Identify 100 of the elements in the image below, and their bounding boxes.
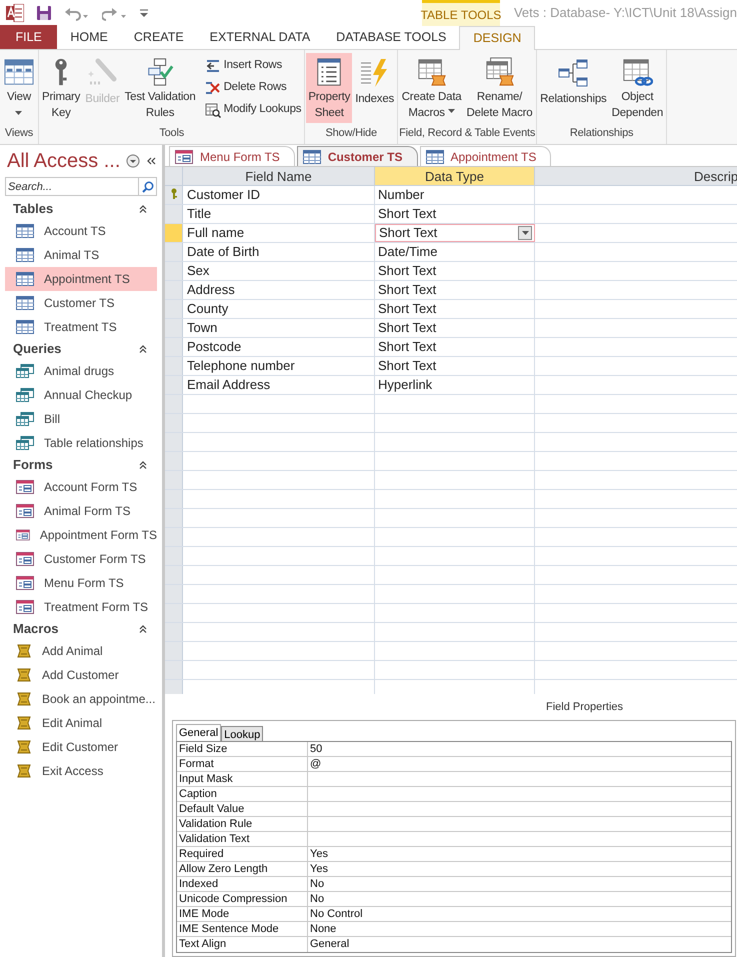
- row-selector[interactable]: [165, 262, 183, 280]
- row-selector[interactable]: [165, 376, 183, 394]
- document-tab[interactable]: Customer TS: [296, 146, 418, 166]
- ribbon-button[interactable]: Object Dependen: [610, 53, 666, 123]
- row-selector[interactable]: [165, 186, 183, 204]
- row-selector[interactable]: [165, 319, 183, 337]
- property-name: Format: [177, 757, 308, 771]
- nav-item[interactable]: Edit Animal: [5, 711, 157, 735]
- row-selector[interactable]: [165, 338, 183, 356]
- nav-item[interactable]: Appointment Form TS: [5, 523, 157, 547]
- row-selector[interactable]: [165, 243, 183, 261]
- property-value[interactable]: Yes: [308, 847, 731, 861]
- row-selector[interactable]: [165, 642, 183, 660]
- nav-item[interactable]: Customer TS: [5, 291, 157, 315]
- ribbon-button[interactable]: Insert Rows: [202, 55, 304, 77]
- collapse-pane-icon[interactable]: [146, 156, 156, 166]
- ribbon-button[interactable]: Rename/ Delete Macro: [464, 53, 535, 123]
- property-value[interactable]: No: [308, 877, 731, 891]
- collapse-icon[interactable]: [138, 624, 148, 634]
- nav-item[interactable]: Book an appointme...: [5, 687, 157, 711]
- query-icon: [16, 364, 34, 378]
- nav-item[interactable]: Edit Customer: [5, 735, 157, 759]
- ribbon-button[interactable]: Create Data Macros: [400, 53, 464, 123]
- nav-item[interactable]: Menu Form TS: [5, 571, 157, 595]
- property-value[interactable]: No Control: [308, 907, 731, 921]
- nav-item[interactable]: Animal Form TS: [5, 499, 157, 523]
- data-type-dropdown[interactable]: Short Text: [375, 224, 535, 242]
- collapse-icon[interactable]: [138, 460, 148, 470]
- row-selector[interactable]: [165, 490, 183, 508]
- document-tab[interactable]: Menu Form TS: [169, 146, 295, 166]
- row-selector[interactable]: [165, 547, 183, 565]
- table-icon: [426, 150, 444, 164]
- ribbon-tab[interactable]: FILE: [0, 25, 58, 49]
- nav-item[interactable]: Bill: [5, 407, 157, 431]
- dropdown-icon[interactable]: [126, 154, 140, 168]
- property-value[interactable]: None: [308, 922, 731, 936]
- ribbon-button[interactable]: View: [1, 53, 37, 123]
- nav-item[interactable]: Account Form TS: [5, 475, 157, 499]
- row-selector[interactable]: [165, 471, 183, 489]
- collapse-icon[interactable]: [138, 344, 148, 354]
- row-selector[interactable]: [165, 433, 183, 451]
- redo-icon[interactable]: [102, 5, 128, 21]
- nav-item[interactable]: Animal drugs: [5, 359, 157, 383]
- ribbon-button[interactable]: Relationships: [538, 53, 609, 123]
- row-selector[interactable]: [165, 300, 183, 318]
- row-selector[interactable]: [165, 623, 183, 641]
- nav-item[interactable]: Appointment TS: [5, 267, 157, 291]
- property-value[interactable]: No: [308, 892, 731, 906]
- row-selector[interactable]: [165, 604, 183, 622]
- nav-item[interactable]: Customer Form TS: [5, 547, 157, 571]
- customize-menu-icon[interactable]: [140, 9, 148, 17]
- ribbon-button[interactable]: Property Sheet: [306, 53, 352, 123]
- property-name: IME Sentence Mode: [177, 922, 308, 936]
- ribbon-tab[interactable]: EXTERNAL DATA: [196, 25, 324, 49]
- nav-item[interactable]: Account TS: [5, 219, 157, 243]
- row-selector[interactable]: [165, 452, 183, 470]
- nav-item[interactable]: Exit Access: [5, 759, 157, 783]
- property-value[interactable]: @: [308, 757, 731, 771]
- ribbon-tab[interactable]: DESIGN: [459, 26, 536, 50]
- ribbon-button[interactable]: Modify Lookups: [202, 99, 304, 121]
- ribbon-button[interactable]: Delete Rows: [202, 77, 304, 99]
- nav-item[interactable]: Treatment TS: [5, 315, 157, 339]
- search-field[interactable]: Search...: [5, 177, 139, 196]
- table-link-icon: [621, 57, 654, 87]
- row-selector[interactable]: [165, 566, 183, 584]
- ribbon-button[interactable]: Indexes: [353, 53, 396, 123]
- nav-item[interactable]: Treatment Form TS: [5, 595, 157, 619]
- ribbon-tab[interactable]: HOME: [57, 25, 121, 49]
- nav-item[interactable]: Animal TS: [5, 243, 157, 267]
- property-value[interactable]: Yes: [308, 862, 731, 876]
- document-tab[interactable]: Appointment TS: [420, 146, 552, 166]
- property-value[interactable]: 50: [308, 742, 731, 756]
- nav-item[interactable]: Annual Checkup: [5, 383, 157, 407]
- row-selector[interactable]: [165, 205, 183, 223]
- table-cell: Sex: [183, 262, 375, 280]
- property-tab[interactable]: General: [176, 724, 222, 741]
- collapse-icon[interactable]: [138, 204, 148, 214]
- nav-item[interactable]: Table relationships: [5, 431, 157, 455]
- row-selector[interactable]: [165, 585, 183, 603]
- nav-item[interactable]: Add Animal: [5, 639, 157, 663]
- search-button[interactable]: [139, 177, 157, 196]
- row-selector[interactable]: [165, 414, 183, 432]
- row-selector[interactable]: [165, 357, 183, 375]
- property-tab[interactable]: Lookup: [221, 726, 264, 741]
- property-value[interactable]: General: [308, 937, 731, 952]
- ribbon-tab[interactable]: CREATE: [120, 25, 197, 49]
- row-selector[interactable]: [165, 661, 183, 679]
- search-icon[interactable]: [142, 180, 154, 192]
- nav-item[interactable]: Add Customer: [5, 663, 157, 687]
- row-selector[interactable]: [165, 509, 183, 527]
- ribbon-button[interactable]: Primary Key: [40, 53, 82, 123]
- undo-icon[interactable]: [64, 5, 90, 21]
- save-icon[interactable]: [36, 5, 52, 21]
- ribbon-button[interactable]: Test Validation Rules: [122, 53, 198, 123]
- property-name: Required: [177, 847, 308, 861]
- row-selector[interactable]: [165, 395, 183, 413]
- row-selector[interactable]: [165, 528, 183, 546]
- row-selector[interactable]: [165, 680, 183, 694]
- ribbon-tab[interactable]: DATABASE TOOLS: [323, 25, 460, 49]
- row-selector[interactable]: [165, 281, 183, 299]
